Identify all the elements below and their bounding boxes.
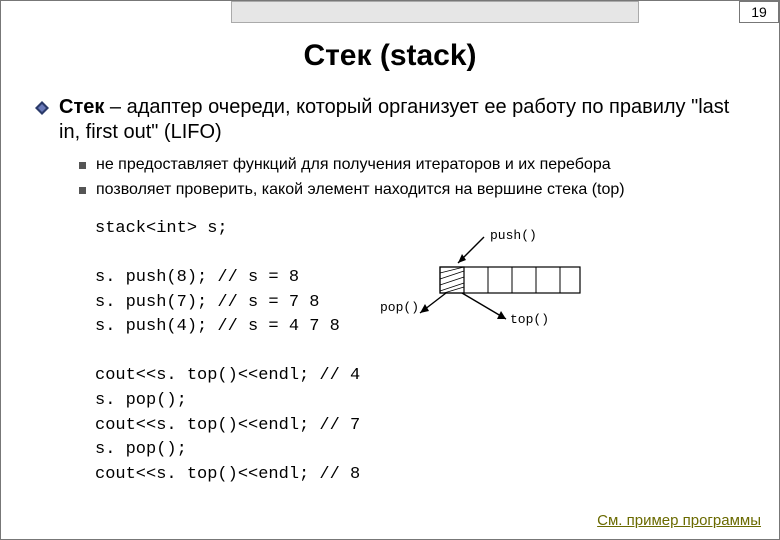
bullet-lead-term: Стек bbox=[59, 96, 104, 118]
page-number: 19 bbox=[739, 1, 779, 23]
stack-top-cell bbox=[440, 267, 464, 293]
topbar: 19 bbox=[1, 1, 779, 23]
bullet-level2: позволяет проверить, какой элемент наход… bbox=[79, 180, 745, 201]
pop-arrow-icon bbox=[420, 293, 446, 313]
slide-title: Стек (stack) bbox=[1, 39, 779, 73]
code-and-diagram: stack<int> s; s. push(8); // s = 8 s. pu… bbox=[95, 217, 745, 488]
slide: 19 Стек (stack) Стек – адаптер очереди, … bbox=[0, 0, 780, 540]
example-program-link[interactable]: См. пример программы bbox=[597, 512, 761, 529]
bullet-rest-text: – адаптер очереди, который организует ее… bbox=[59, 96, 729, 143]
code-block: stack<int> s; s. push(8); // s = 8 s. pu… bbox=[95, 217, 360, 488]
diamond-bullet-icon bbox=[35, 101, 49, 115]
sub-bullet-text: не предоставляет функций для получения и… bbox=[96, 155, 611, 176]
bullet-level1: Стек – адаптер очереди, который организу… bbox=[35, 95, 745, 145]
bullet-level2: не предоставляет функций для получения и… bbox=[79, 155, 745, 176]
push-arrow-icon bbox=[458, 237, 484, 263]
square-bullet-icon bbox=[79, 162, 86, 169]
bullet-level1-text: Стек – адаптер очереди, который организу… bbox=[59, 95, 745, 145]
square-bullet-icon bbox=[79, 187, 86, 194]
title-placeholder-bar bbox=[231, 1, 639, 23]
sub-bullet-text: позволяет проверить, какой элемент наход… bbox=[96, 180, 625, 201]
top-label: top() bbox=[510, 312, 549, 327]
pop-label: pop() bbox=[380, 300, 419, 315]
push-label: push() bbox=[490, 228, 537, 243]
top-arrow-icon bbox=[462, 293, 506, 319]
sub-bullets: не предоставляет функций для получения и… bbox=[79, 155, 745, 201]
stack-diagram: push() pop() top() bbox=[380, 227, 600, 337]
slide-body: Стек – адаптер очереди, который организу… bbox=[1, 73, 779, 488]
